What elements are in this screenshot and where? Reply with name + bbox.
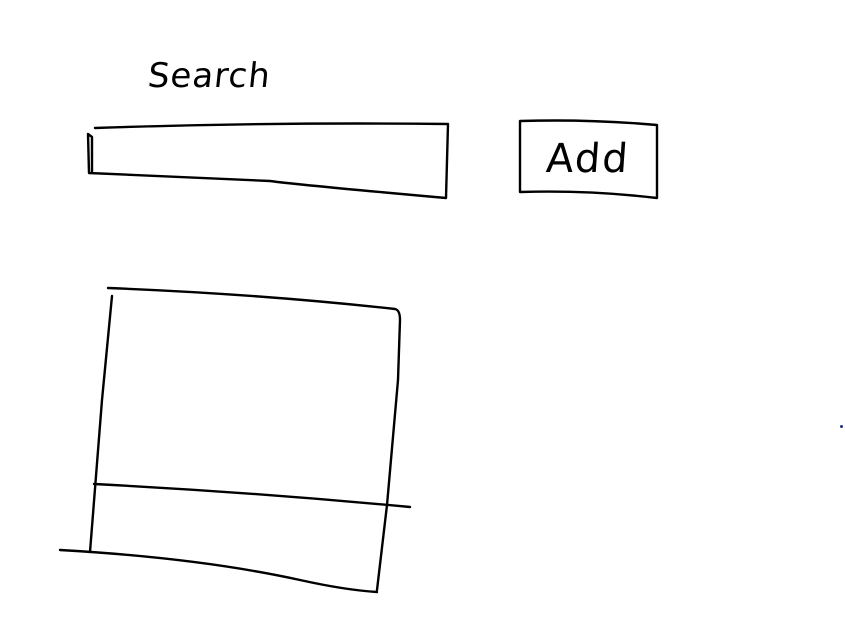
search-label: Search: [145, 56, 273, 96]
add-button[interactable]: Add: [515, 120, 660, 198]
search-input[interactable]: [88, 126, 448, 196]
content-panel-footer: [60, 484, 410, 592]
content-panel: [92, 288, 402, 484]
stray-ink-dot: [840, 425, 843, 428]
